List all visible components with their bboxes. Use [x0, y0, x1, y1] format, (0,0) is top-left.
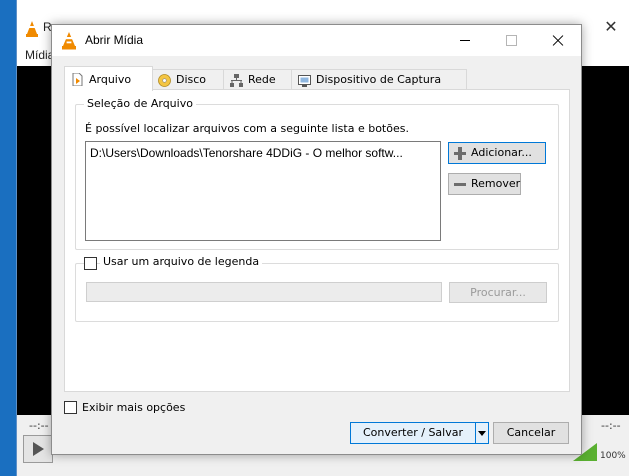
- list-item[interactable]: D:\Users\Downloads\Tenorshare 4DDiG - O …: [90, 146, 436, 160]
- subtitle-group: Usar um arquivo de legenda Procurar...: [75, 255, 559, 322]
- dialog-titlebar: Abrir Mídia: [52, 25, 581, 56]
- background-menu-media[interactable]: Mídia: [25, 48, 54, 62]
- subtitle-checkbox-label[interactable]: Usar um arquivo de legenda: [100, 255, 263, 268]
- vlc-cone-icon: [26, 21, 38, 37]
- disc-icon: [158, 74, 171, 87]
- file-play-icon: [72, 73, 83, 86]
- chevron-down-icon: [478, 431, 486, 436]
- elapsed-time: --:--: [29, 419, 49, 432]
- network-icon: [230, 74, 243, 87]
- maximize-icon: [506, 35, 517, 46]
- play-button[interactable]: [23, 435, 53, 463]
- remove-file-button[interactable]: Remover: [448, 173, 521, 195]
- maximize-button: [488, 25, 534, 56]
- minimize-button[interactable]: [442, 25, 488, 56]
- open-media-dialog: Abrir Mídia Arquivo Disco Rede Dispositi…: [51, 24, 582, 455]
- convert-save-dropdown[interactable]: [475, 422, 489, 444]
- tab-label: Rede: [248, 73, 276, 86]
- add-file-label: Adicionar...: [471, 146, 532, 159]
- file-list[interactable]: D:\Users\Downloads\Tenorshare 4DDiG - O …: [85, 141, 441, 241]
- add-file-button[interactable]: Adicionar...: [448, 142, 546, 164]
- subtitle-checkbox[interactable]: [84, 257, 97, 270]
- tab-label: Dispositivo de Captura: [316, 73, 442, 86]
- vlc-cone-icon: [62, 32, 76, 50]
- tab-label: Arquivo: [89, 73, 132, 86]
- file-selection-hint: É possível localizar arquivos com a segu…: [85, 122, 409, 135]
- file-selection-legend: Seleção de Arquivo: [84, 97, 196, 110]
- tab-rede[interactable]: Rede: [223, 69, 293, 91]
- subtitle-file-field: [86, 282, 442, 302]
- tab-dispositivo-de-captura[interactable]: Dispositivo de Captura: [291, 69, 467, 91]
- tab-disco[interactable]: Disco: [151, 69, 225, 91]
- convert-save-button[interactable]: Converter / Salvar: [350, 422, 476, 444]
- volume-percent: 100%: [600, 451, 626, 461]
- show-more-options-checkbox[interactable]: [64, 401, 77, 414]
- minus-icon: [454, 183, 466, 186]
- capture-device-icon: [298, 75, 311, 87]
- close-button[interactable]: [534, 25, 580, 56]
- total-time: --:--: [601, 419, 621, 432]
- dialog-title: Abrir Mídia: [85, 33, 144, 47]
- file-selection-group: Seleção de Arquivo É possível localizar …: [75, 97, 559, 250]
- play-icon: [33, 442, 44, 456]
- browse-subtitle-button: Procurar...: [449, 282, 547, 303]
- tab-arquivo[interactable]: Arquivo: [64, 66, 153, 91]
- minimize-icon: [460, 40, 470, 41]
- cancel-button[interactable]: Cancelar: [493, 422, 569, 444]
- show-more-options-label[interactable]: Exibir mais opções: [82, 401, 185, 414]
- remove-file-label: Remover: [471, 177, 521, 190]
- background-close-icon[interactable]: ✕: [599, 16, 623, 38]
- tab-label: Disco: [176, 73, 207, 86]
- tab-panel-arquivo: Seleção de Arquivo É possível localizar …: [64, 89, 570, 392]
